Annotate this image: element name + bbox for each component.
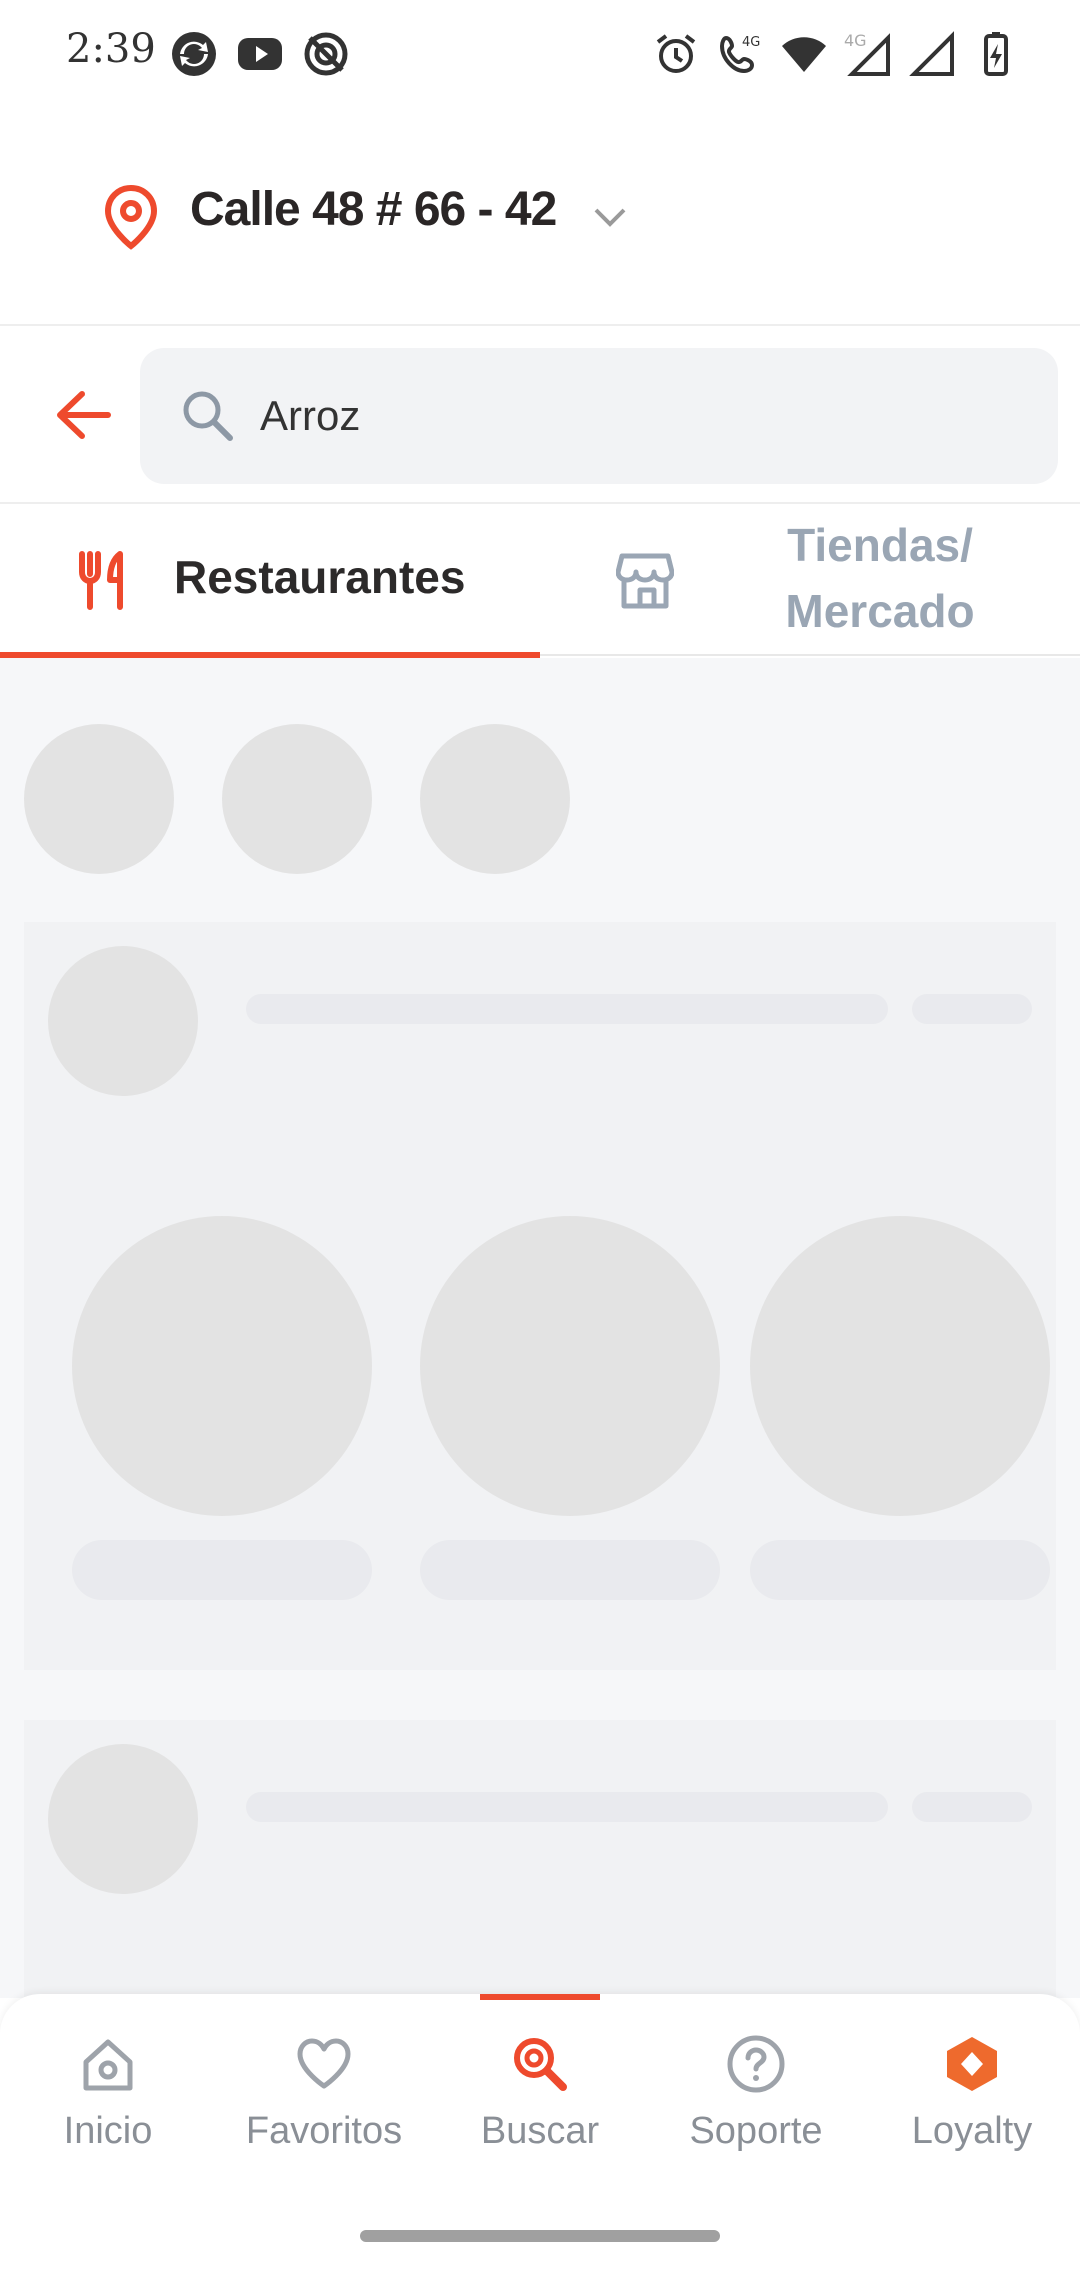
status-system-icons: 4G 4G <box>652 30 1020 78</box>
nav-label-loyalty: Loyalty <box>911 2110 1033 2152</box>
signal-4g-icon: 4G <box>844 31 890 76</box>
skeleton-product-label <box>420 1540 720 1600</box>
search-row <box>0 328 1080 504</box>
heart-icon <box>297 2038 351 2089</box>
back-arrow-icon[interactable] <box>52 386 114 444</box>
skeleton-product-image <box>420 1216 720 1516</box>
skeleton-logo <box>48 946 198 1096</box>
wifi-icon <box>782 37 826 72</box>
status-app-icons <box>170 30 350 78</box>
help-icon <box>727 2035 785 2093</box>
home-icon <box>83 2039 133 2091</box>
battery-charging-icon <box>984 32 1008 76</box>
alarm-icon <box>656 34 696 73</box>
skeleton-title-line <box>246 1792 888 1822</box>
search-icon <box>183 391 233 441</box>
youtube-icon <box>238 38 282 70</box>
tab-label-restaurants: Restaurantes <box>174 551 466 603</box>
nav-label-inicio: Inicio <box>63 2110 153 2152</box>
location-pin-icon <box>104 184 158 250</box>
skeleton-filter-chip <box>24 724 174 874</box>
skeleton-product-label <box>72 1540 372 1600</box>
skeleton-product-image <box>72 1216 372 1516</box>
tab-label-stores-line1: Tiendas/ <box>787 519 973 571</box>
skeleton-filter-chip <box>222 724 372 874</box>
svg-text:4G: 4G <box>844 31 867 50</box>
nav-item-soporte[interactable]: Soporte <box>648 2034 864 2184</box>
tab-label-stores-line2: Mercado <box>785 585 975 637</box>
search-input[interactable] <box>260 378 1020 454</box>
active-nav-indicator <box>480 1994 600 2000</box>
sync-icon <box>172 32 216 76</box>
home-indicator[interactable] <box>360 2230 720 2242</box>
search-icon <box>514 2038 567 2091</box>
no-signal-app-icon <box>304 32 348 76</box>
skeleton-meta-line <box>912 1792 1032 1822</box>
skeleton-restaurant-card <box>24 1720 1056 1998</box>
status-bar: 2:39 4G 4G <box>0 0 1080 110</box>
restaurant-icon <box>79 551 123 610</box>
search-field[interactable] <box>140 348 1058 484</box>
skeleton-product-image <box>750 1216 1050 1516</box>
skeleton-logo <box>48 1744 198 1894</box>
tab-label-stores: Tiendas/ Mercado <box>730 512 1030 644</box>
skeleton-filter-chip <box>420 724 570 874</box>
skeleton-meta-line <box>912 994 1032 1024</box>
nav-item-inicio[interactable]: Inicio <box>0 2034 216 2184</box>
skeleton-restaurant-card <box>24 922 1056 1670</box>
store-icon <box>616 553 674 609</box>
delivery-address[interactable]: Calle 48 # 66 - 42 <box>190 182 557 237</box>
bottom-navigation: Inicio Favoritos Buscar Soporte Loyalty <box>0 1994 1080 2270</box>
volte-call-icon: 4G <box>719 35 760 74</box>
svg-text:4G: 4G <box>742 35 760 50</box>
nav-label-buscar: Buscar <box>480 2110 600 2152</box>
nav-label-favoritos: Favoritos <box>245 2110 403 2152</box>
nav-item-buscar[interactable]: Buscar <box>432 2034 648 2184</box>
tab-stores[interactable]: Tiendas/ Mercado <box>540 506 1080 656</box>
address-header[interactable]: Calle 48 # 66 - 42 <box>0 110 1080 326</box>
nav-item-favoritos[interactable]: Favoritos <box>216 2034 432 2184</box>
skeleton-title-line <box>246 994 888 1024</box>
tab-restaurants[interactable]: Restaurantes <box>0 506 540 658</box>
category-tabs: Restaurantes Tiendas/ Mercado <box>0 506 1080 658</box>
signal-icon <box>909 31 954 76</box>
loading-skeleton <box>0 658 1080 1998</box>
status-time: 2:39 <box>66 26 156 72</box>
chevron-down-icon[interactable] <box>590 200 630 234</box>
skeleton-product-label <box>750 1540 1050 1600</box>
nav-item-loyalty[interactable]: Loyalty <box>864 2034 1080 2184</box>
loyalty-icon <box>947 2037 997 2091</box>
nav-label-soporte: Soporte <box>689 2110 823 2152</box>
